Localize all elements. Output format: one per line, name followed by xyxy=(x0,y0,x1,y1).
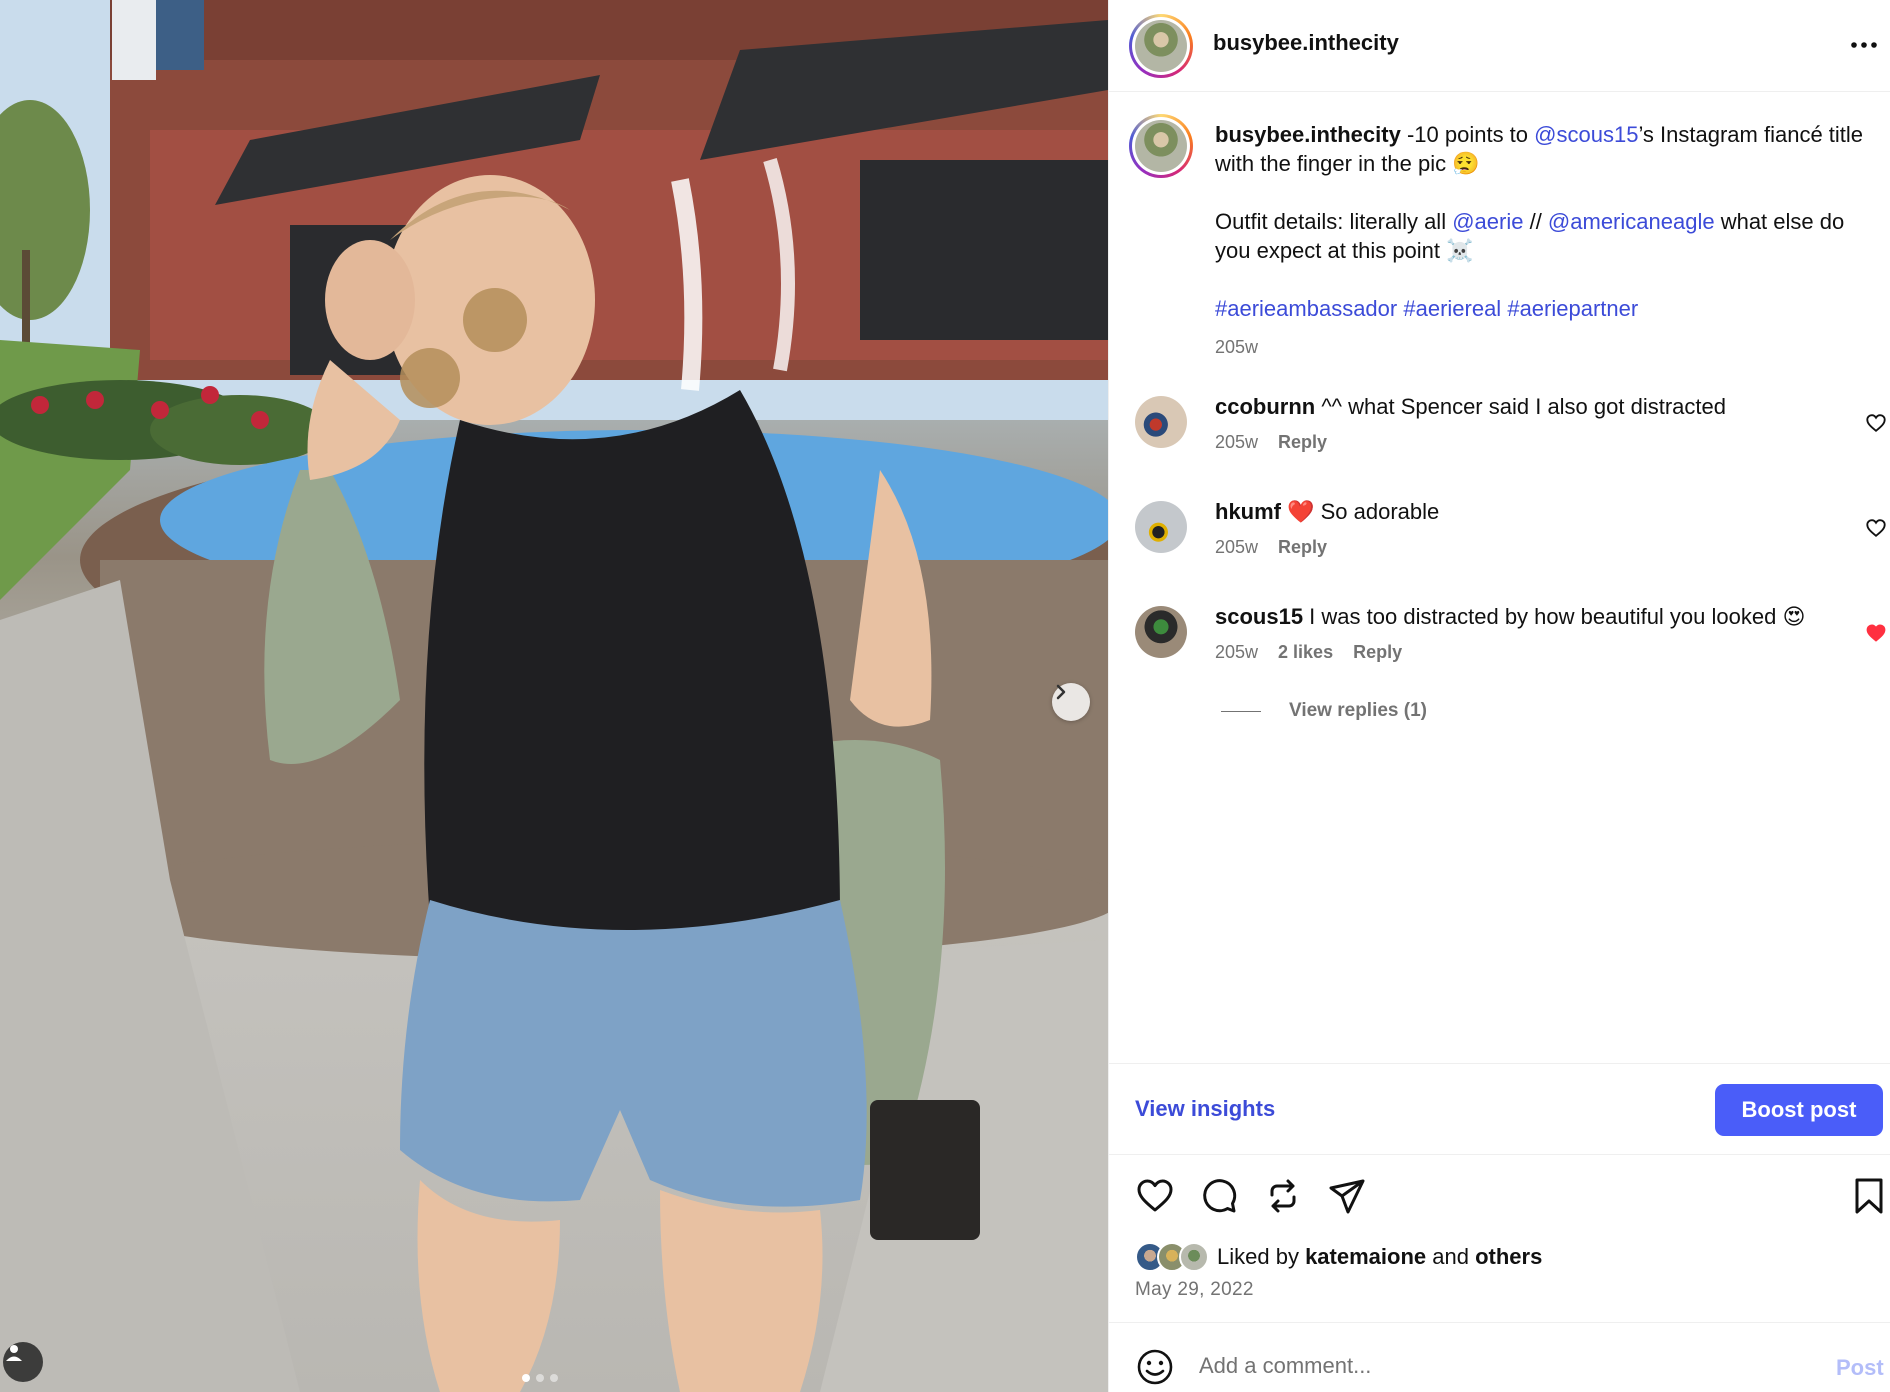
comment-icon[interactable] xyxy=(1199,1176,1239,1216)
more-icon[interactable] xyxy=(1847,28,1881,62)
comment-age: 205w xyxy=(1215,642,1259,662)
commenter-avatar[interactable] xyxy=(1135,501,1187,553)
post-comment-button[interactable]: Post xyxy=(1836,1355,1884,1381)
comment-text: I was too distracted by how beautiful yo… xyxy=(1303,604,1806,629)
repost-icon[interactable] xyxy=(1263,1176,1303,1216)
caption-age: 205w xyxy=(1215,337,1259,357)
heart-filled-icon[interactable] xyxy=(1865,622,1887,644)
commenter-avatar[interactable] xyxy=(1135,396,1187,448)
hashtag-link[interactable]: #aeriereal xyxy=(1403,296,1501,321)
commenter-avatar[interactable] xyxy=(1135,606,1187,658)
heart-icon[interactable] xyxy=(1865,517,1887,539)
likes-summary: Liked by katemaione and others xyxy=(1135,1240,1542,1274)
mention-link[interactable]: @scous15 xyxy=(1534,122,1638,147)
comment-text: ❤️ So adorable xyxy=(1281,499,1440,524)
comment-age: 205w xyxy=(1215,537,1259,557)
post-header: busybee.inthecity xyxy=(1109,0,1890,92)
caption-text: busybee.inthecity -10 points to @scous15… xyxy=(1215,120,1865,362)
carousel-indicator xyxy=(522,1374,558,1382)
caption-text-segment: Outfit details: literally all xyxy=(1215,209,1453,234)
photo-illustration xyxy=(0,0,1108,1392)
share-icon[interactable] xyxy=(1327,1176,1367,1216)
comment-input[interactable] xyxy=(1199,1345,1779,1387)
bookmark-icon[interactable] xyxy=(1849,1176,1889,1216)
carousel-next-button[interactable] xyxy=(1052,683,1090,721)
liked-by-user[interactable]: katemaione xyxy=(1305,1244,1426,1269)
reply-button[interactable]: Reply xyxy=(1353,642,1402,663)
comment-item: hkumf ❤️ So adorable 205w Reply xyxy=(1109,497,1890,577)
hashtag-link[interactable]: #aeriepartner xyxy=(1507,296,1638,321)
comment-item: scous15 I was too distracted by how beau… xyxy=(1109,602,1890,682)
carousel-dot xyxy=(536,1374,544,1382)
emoji-icon[interactable] xyxy=(1135,1347,1175,1387)
post-date: May 29, 2022 xyxy=(1135,1279,1254,1300)
liked-by-prefix: Liked by xyxy=(1217,1244,1306,1269)
view-insights-link[interactable]: View insights xyxy=(1135,1096,1275,1122)
liker-avatars[interactable] xyxy=(1135,1242,1209,1272)
caption-author-avatar[interactable] xyxy=(1129,114,1193,178)
view-replies-label: View replies (1) xyxy=(1289,700,1427,721)
caption-username[interactable]: busybee.inthecity xyxy=(1215,122,1401,147)
reply-button[interactable]: Reply xyxy=(1278,537,1327,558)
comment-username[interactable]: ccoburnn xyxy=(1215,394,1315,419)
replies-divider xyxy=(1221,710,1261,712)
comment-age: 205w xyxy=(1215,432,1259,452)
author-username[interactable]: busybee.inthecity xyxy=(1213,30,1399,56)
comment-username[interactable]: scous15 xyxy=(1215,604,1303,629)
carousel-dot xyxy=(550,1374,558,1382)
mention-link[interactable]: @americaneagle xyxy=(1548,209,1715,234)
view-replies-button[interactable]: View replies (1) xyxy=(1221,700,1427,722)
tagged-users-button[interactable] xyxy=(3,1342,43,1382)
hashtag-link[interactable]: #aerieambassador xyxy=(1215,296,1397,321)
author-avatar[interactable] xyxy=(1129,14,1193,78)
comment-likes-count[interactable]: 2 likes xyxy=(1278,642,1333,663)
post-photo[interactable] xyxy=(0,0,1108,1392)
liked-by-mid: and xyxy=(1426,1244,1476,1269)
comment-text: ^^ what Spencer said I also got distract… xyxy=(1315,394,1726,419)
carousel-dot-active xyxy=(522,1374,530,1382)
add-comment-bar: Post xyxy=(1109,1322,1890,1392)
boost-post-button[interactable]: Boost post xyxy=(1715,1084,1883,1136)
chevron-right-icon xyxy=(1056,684,1066,700)
reply-button[interactable]: Reply xyxy=(1278,432,1327,453)
user-tag-icon xyxy=(6,1345,22,1361)
mention-link[interactable]: @aerie xyxy=(1452,209,1523,234)
post-actions xyxy=(1109,1172,1890,1222)
caption-text-segment: // xyxy=(1523,209,1548,234)
liked-by-others[interactable]: others xyxy=(1475,1244,1542,1269)
heart-icon[interactable] xyxy=(1865,412,1887,434)
comment-item: ccoburnn ^^ what Spencer said I also got… xyxy=(1109,392,1890,472)
comment-username[interactable]: hkumf xyxy=(1215,499,1281,524)
heart-icon[interactable] xyxy=(1135,1176,1175,1216)
caption-text-segment: -10 points to xyxy=(1400,122,1535,147)
insights-bar: View insights Boost post xyxy=(1109,1063,1890,1155)
post-details-panel: busybee.inthecity busybee.inthecity -10 … xyxy=(1108,0,1890,1392)
